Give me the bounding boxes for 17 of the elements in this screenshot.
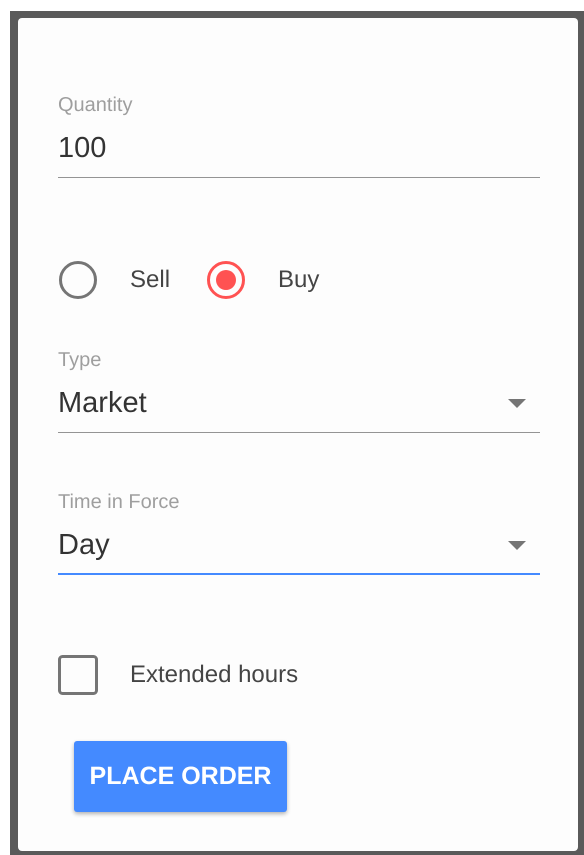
checkbox[interactable] bbox=[58, 655, 98, 695]
radio-unselected[interactable] bbox=[58, 260, 98, 300]
field-value: Market bbox=[58, 386, 147, 421]
dropdown-caret-icon bbox=[508, 540, 526, 550]
checkbox-label: Extended hours bbox=[130, 661, 298, 689]
quantity-field[interactable]: Quantity 100 bbox=[58, 93, 540, 178]
field-label: Type bbox=[58, 348, 102, 372]
field-label: Quantity bbox=[58, 93, 134, 117]
radio-selected[interactable] bbox=[206, 260, 246, 300]
select-field[interactable]: Time in Force Day bbox=[58, 490, 540, 575]
radio-label: Sell bbox=[130, 266, 170, 294]
field-value: Day bbox=[58, 528, 110, 563]
select-field[interactable]: Type Market bbox=[58, 348, 540, 433]
dropdown-caret-icon bbox=[508, 398, 526, 408]
field-value: 100 bbox=[58, 131, 106, 166]
radio-label: Buy bbox=[278, 266, 320, 294]
field-label: Time in Force bbox=[58, 490, 181, 514]
